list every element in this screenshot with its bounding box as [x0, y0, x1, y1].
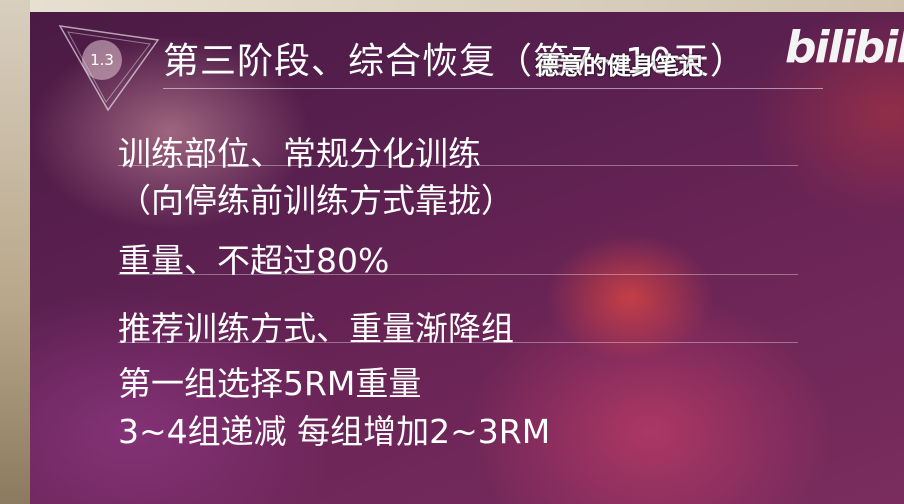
section-number-badge: 1.3 — [82, 40, 122, 80]
divider — [118, 274, 798, 275]
sets-decrement-text: 3~4组递减 每组增加2~3RM — [118, 412, 551, 451]
training-parts-note: （向停练前训练方式靠拢） — [118, 181, 514, 220]
divider — [118, 342, 798, 343]
background-wall — [0, 0, 904, 12]
presentation-slide: 1.3 第三阶段、综合恢复（第7~10天） 训练部位、常规分化训练 （向停练前训… — [30, 12, 904, 504]
training-parts-text: 训练部位、常规分化训练 — [118, 134, 481, 173]
title-divider — [163, 88, 823, 89]
bilibili-logo: bilibili — [785, 22, 904, 73]
first-set-text: 第一组选择5RM重量 — [118, 364, 422, 403]
divider — [118, 165, 798, 166]
author-watermark: 德意的健身笔记 — [535, 52, 703, 80]
background-door — [0, 0, 30, 504]
